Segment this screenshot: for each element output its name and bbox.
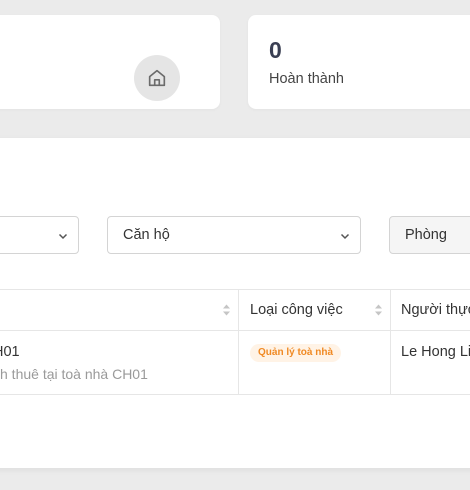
completed-label: Hoàn thành	[269, 71, 344, 87]
completed-count: 0	[269, 37, 282, 63]
column-divider	[238, 290, 239, 332]
column-divider	[390, 331, 391, 395]
filter-select-1[interactable]	[0, 216, 79, 254]
task-title[interactable]: H01	[0, 344, 20, 360]
column-divider	[390, 290, 391, 332]
room-select-value: Phòng	[405, 227, 447, 243]
apartment-select[interactable]: Căn hộ	[107, 216, 361, 254]
assignee-name: Le Hong Li	[401, 344, 470, 360]
table-header-row: Loại công việc Người thực	[0, 289, 470, 332]
chevron-down-icon	[340, 233, 350, 240]
home-icon	[134, 55, 180, 101]
column-header-job-type: Loại công việc	[250, 302, 343, 318]
column-header-assignee: Người thực	[401, 302, 470, 318]
chevron-down-icon	[58, 233, 68, 240]
job-type-badge: Quản lý toà nhà	[250, 344, 342, 362]
apartment-select-value: Căn hộ	[123, 227, 170, 243]
room-select[interactable]: Phòng	[389, 216, 470, 254]
stat-card-building	[0, 15, 220, 109]
sort-icon[interactable]	[222, 303, 231, 317]
stat-card-completed: 0 Hoàn thành	[248, 15, 470, 109]
table-row[interactable]: H01 ch thuê tại toà nhà CH01 Quản lý toà…	[0, 331, 470, 395]
sort-icon[interactable]	[374, 303, 383, 317]
column-divider	[238, 331, 239, 395]
task-subtitle: ch thuê tại toà nhà CH01	[0, 366, 148, 382]
dashboard: 0 Hoàn thành Căn hộ Phòng Loại công việc	[0, 0, 470, 490]
